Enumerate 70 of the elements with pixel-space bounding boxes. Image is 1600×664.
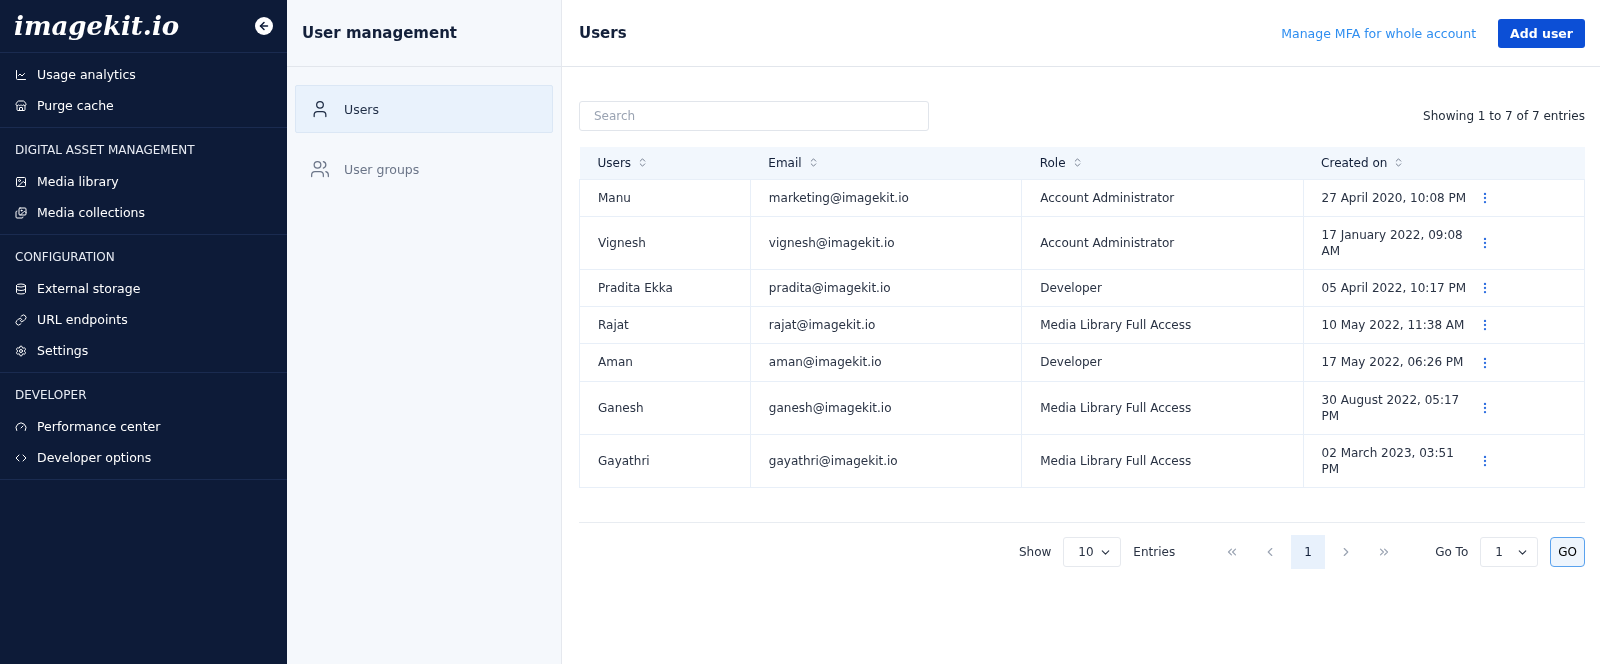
images-icon <box>15 206 27 219</box>
goto-label: Go To <box>1435 545 1469 560</box>
chart-icon <box>15 68 27 81</box>
table-cell: aman@imagekit.io <box>750 343 1022 382</box>
go-button[interactable]: GO <box>1550 537 1585 568</box>
gauge-icon <box>15 420 27 433</box>
database-icon <box>15 282 27 295</box>
table-cell-text: 27 April 2020, 10:08 PM <box>1321 189 1468 206</box>
store-icon <box>15 99 27 112</box>
entries-label: Entries <box>1133 545 1176 560</box>
table-cell: Rajat <box>579 306 751 344</box>
logo: imagekit.io <box>14 11 180 41</box>
table-cell: Media Library Full Access <box>1021 381 1304 435</box>
link-icon <box>15 313 27 326</box>
sidebar-item[interactable]: Purge cache <box>0 90 287 121</box>
users-icon <box>310 159 330 179</box>
page-title: Users <box>579 24 627 42</box>
settings-icon <box>15 344 27 357</box>
add-user-button[interactable]: Add user <box>1498 18 1585 48</box>
table-cell: Pradita Ekka <box>579 269 751 307</box>
table-cell: Ganesh <box>579 381 751 435</box>
column-header[interactable]: Email <box>750 147 1022 179</box>
sidebar-item[interactable]: External storage <box>0 273 287 304</box>
table-cell: Media Library Full Access <box>1021 306 1304 344</box>
subnav-item[interactable]: Users <box>295 85 553 133</box>
entries-summary: Showing 1 to 7 of 7 entries <box>1423 109 1585 123</box>
table-cell-text: 02 March 2023, 03:51 PM <box>1321 445 1455 478</box>
table-cell-text: 30 August 2022, 05:17 PM <box>1321 391 1461 424</box>
column-header[interactable]: Users <box>579 147 751 179</box>
table-cell: pradita@imagekit.io <box>750 269 1022 307</box>
section-heading: CONFIGURATION <box>14 249 116 266</box>
section-heading: DIGITAL ASSET MANAGEMENT <box>14 142 196 159</box>
table-cell: Media Library Full Access <box>1021 434 1304 488</box>
table-cell: Account Administrator <box>1021 216 1304 270</box>
panel-title: User management <box>302 24 458 42</box>
table-cell-text: 10 May 2022, 11:38 AM <box>1321 317 1466 334</box>
table-cell: Developer <box>1021 343 1304 382</box>
table-cell-text: 17 January 2022, 09:08 AM <box>1321 226 1464 260</box>
sidebar-item[interactable]: URL endpoints <box>0 304 287 335</box>
sidebar-item[interactable]: Media collections <box>0 197 287 228</box>
show-label: Show <box>1018 545 1052 560</box>
table-cell: ganesh@imagekit.io <box>750 381 1022 435</box>
page-button[interactable]: 1 <box>1291 535 1326 570</box>
goto-select[interactable]: 1 <box>1480 537 1539 568</box>
sidebar-item[interactable]: Developer options <box>0 442 287 473</box>
table-cell: Aman <box>579 343 751 382</box>
subnav-item[interactable]: User groups <box>295 145 553 193</box>
collapse-button[interactable] <box>255 17 273 35</box>
column-header[interactable]: Created on <box>1303 147 1585 179</box>
table-cell: gayathri@imagekit.io <box>750 434 1022 488</box>
table-cell: Developer <box>1021 269 1304 307</box>
table-cell-text: 17 May 2022, 06:26 PM <box>1321 354 1465 371</box>
search-field[interactable]: Search <box>579 101 929 131</box>
table-cell-text: 05 April 2022, 10:17 PM <box>1321 280 1468 297</box>
table-cell: Account Administrator <box>1021 179 1304 217</box>
image-icon <box>15 175 27 188</box>
sidebar-item[interactable]: Media library <box>0 166 287 197</box>
sidebar-item[interactable]: Settings <box>0 335 287 366</box>
table-cell: marketing@imagekit.io <box>750 179 1022 217</box>
table-cell: vignesh@imagekit.io <box>750 216 1022 270</box>
table-cell: rajat@imagekit.io <box>750 306 1022 344</box>
column-header[interactable]: Role <box>1021 147 1304 179</box>
page-size-select[interactable]: 10 <box>1063 537 1122 568</box>
sidebar-item[interactable]: Performance center <box>0 411 287 442</box>
arrow-left-icon <box>258 20 270 32</box>
table-cell: Manu <box>579 179 751 217</box>
table-cell: Gayathri <box>579 434 751 488</box>
table-cell: Vignesh <box>579 216 751 270</box>
sidebar-item[interactable]: Usage analytics <box>0 59 287 90</box>
section-heading: DEVELOPER <box>14 387 88 404</box>
